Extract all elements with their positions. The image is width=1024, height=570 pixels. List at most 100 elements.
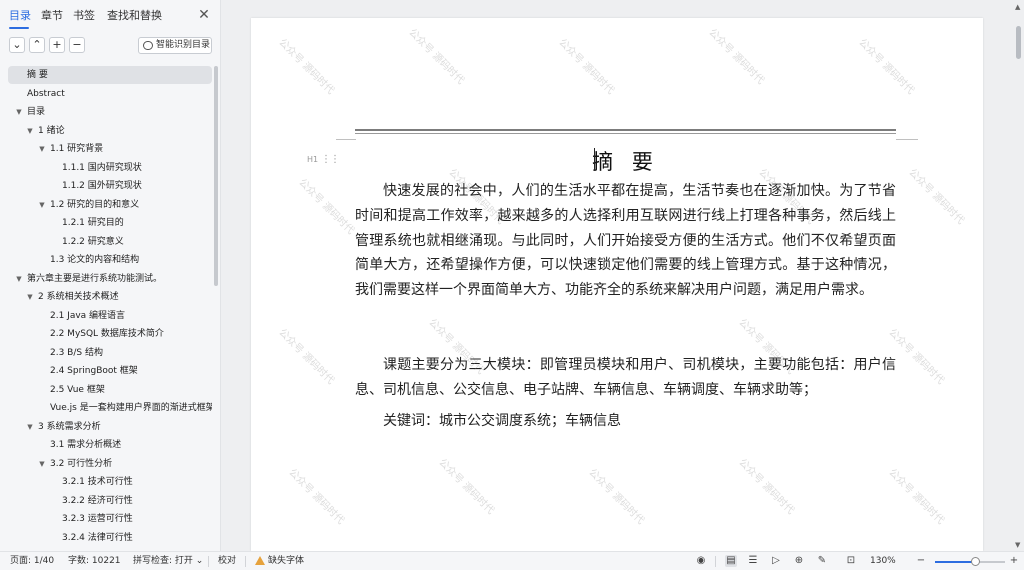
toc-item-label: 1.2.2 研究意义: [62, 236, 124, 247]
header-rule: [355, 129, 896, 131]
missing-font-button[interactable]: 缺失字体: [268, 552, 304, 570]
toc-item-label: 2 系统相关技术概述: [38, 292, 119, 302]
toc-item-label: 1.2 研究的目的和意义: [50, 199, 140, 210]
toc-item[interactable]: 3.2.2 经济可行性: [8, 492, 212, 510]
toc-item-label: 2.5 Vue 框架: [50, 384, 105, 395]
header-rule-thin: [355, 133, 896, 134]
toc-item[interactable]: 1.1.1 国内研究现状: [8, 159, 212, 177]
toc-item[interactable]: ▼ 第六章主要是进行系统功能测试。: [8, 270, 212, 288]
toc-item[interactable]: 2.2 MySQL 数据库技术简介: [8, 325, 212, 343]
pen-icon[interactable]: ✎: [816, 555, 828, 567]
watermark: 公众号 源码时代: [886, 467, 946, 527]
toc-item-label: 3 系统需求分析: [38, 421, 101, 432]
page-count[interactable]: 页面: 1/40: [10, 552, 54, 570]
toc-toolbar: ⌄ ⌃ + − 智能识别目录: [0, 37, 220, 57]
expand-arrow-icon[interactable]: ▼: [37, 140, 47, 158]
smart-toc-button[interactable]: 智能识别目录: [138, 37, 212, 54]
status-divider: [715, 556, 716, 567]
toc-item-label: 3.2.2 经济可行性: [62, 495, 133, 506]
tab-sections[interactable]: 章节: [41, 9, 63, 23]
expand-arrow-icon[interactable]: ▼: [14, 270, 24, 288]
toc-item[interactable]: 2.5 Vue 框架: [8, 381, 212, 399]
toc-item-label: Vue.js 是一套构建用户界面的渐进式框架...: [50, 403, 212, 413]
watermark: 公众号 源码时代: [856, 37, 916, 97]
close-icon[interactable]: ✕: [196, 7, 212, 23]
word-count[interactable]: 字数: 10221: [68, 552, 121, 570]
expand-arrow-icon[interactable]: ▼: [25, 418, 35, 436]
tab-find-replace[interactable]: 查找和替换: [107, 9, 162, 23]
toc-item[interactable]: 3.2.3 运营可行性: [8, 510, 212, 528]
toc-item-label: 3.2 可行性分析: [50, 458, 113, 469]
toc-item[interactable]: 3.1 需求分析概述: [8, 436, 212, 454]
toc-item[interactable]: 3.2.1 技术可行性: [8, 473, 212, 491]
expand-arrow-icon[interactable]: ▼: [37, 455, 47, 473]
toc-item[interactable]: 1.2.1 研究目的: [8, 214, 212, 232]
scrollbar-thumb[interactable]: [1016, 26, 1021, 59]
toc-item[interactable]: Abstract: [8, 85, 212, 103]
toc-item[interactable]: 2.3 B/S 结构: [8, 344, 212, 362]
toc-item[interactable]: 3.2.4 法律可行性: [8, 529, 212, 547]
zoom-in-icon[interactable]: +: [1008, 555, 1020, 567]
spellcheck-label: 拼写检查: 打开: [133, 556, 193, 566]
toc-item[interactable]: 1.1.2 国外研究现状: [8, 177, 212, 195]
spellcheck-toggle[interactable]: 拼写检查: 打开 ⌄: [133, 552, 203, 570]
fit-icon[interactable]: ⊡: [845, 555, 857, 567]
web-icon[interactable]: ⊕: [793, 555, 805, 567]
expand-arrow-icon[interactable]: ▼: [25, 122, 35, 140]
zoom-out-icon[interactable]: −: [915, 555, 927, 567]
proofread-button[interactable]: 校对: [218, 552, 236, 570]
expand-arrow-icon[interactable]: ▼: [14, 103, 24, 121]
toc-item[interactable]: ▼ 3 系统需求分析: [8, 418, 212, 436]
outline-view-icon[interactable]: ☰: [747, 555, 759, 567]
eye-icon[interactable]: ◉: [695, 555, 707, 567]
zoom-level[interactable]: 130%: [870, 552, 896, 570]
heading-marker[interactable]: H1: [307, 155, 318, 164]
margin-mark-left: [336, 139, 356, 140]
zoom-slider-fill: [935, 561, 975, 563]
plus-icon[interactable]: +: [49, 37, 65, 53]
watermark: 公众号 源码时代: [286, 467, 346, 527]
toc-item[interactable]: 1.2.2 研究意义: [8, 233, 212, 251]
chevron-down-icon[interactable]: ⌄: [9, 37, 25, 53]
chevron-up-icon[interactable]: ⌃: [29, 37, 45, 53]
zoom-slider-knob[interactable]: [971, 557, 980, 566]
toc-item[interactable]: ▼ 目录: [8, 103, 212, 121]
play-icon[interactable]: ▷: [770, 555, 782, 567]
document-scrollbar[interactable]: [1013, 0, 1024, 551]
toc-item-label: 2.1 Java 编程语言: [50, 310, 126, 321]
drag-handle-icon[interactable]: ⋮⋮: [321, 154, 340, 165]
document-title[interactable]: 摘 要: [355, 146, 896, 176]
toc-item-label: 3.2.3 运营可行性: [62, 514, 133, 524]
abstract-paragraph-1[interactable]: 快速发展的社会中，人们的生活水平都在提高，生活节奏也在逐渐加快。为了节省时间和提…: [355, 179, 896, 303]
toc-item[interactable]: ▼ 1 绪论: [8, 122, 212, 140]
toc-item-label: 目录: [27, 107, 46, 117]
document-page[interactable]: H1 ⋮⋮ 摘 要 快速发展的社会中，人们的生活水平都在提高，生活节奏也在逐渐加…: [251, 18, 983, 551]
toc-item[interactable]: 1.3 论文的内容和结构: [8, 251, 212, 269]
page-view-icon[interactable]: ▤: [725, 555, 737, 567]
minus-icon[interactable]: −: [69, 37, 85, 53]
nav-tabs: 目录 章节 书签 查找和替换 ✕: [0, 0, 220, 32]
toc-scrollbar[interactable]: [214, 66, 218, 286]
watermark: 公众号 源码时代: [706, 27, 766, 87]
toc-item[interactable]: 2.4 SpringBoot 框架: [8, 362, 212, 380]
toc-item[interactable]: 2.1 Java 编程语言: [8, 307, 212, 325]
toc-item-label: 3.1 需求分析概述: [50, 440, 122, 450]
scroll-down-icon[interactable]: ▼: [1015, 541, 1020, 549]
toc-item-label: 2.2 MySQL 数据库技术简介: [50, 329, 164, 339]
expand-arrow-icon[interactable]: ▼: [37, 196, 47, 214]
toc-item-label: 1.3 论文的内容和结构: [50, 255, 140, 265]
toc-item[interactable]: ▼ 1.2 研究的目的和意义: [8, 196, 212, 214]
tab-bookmarks[interactable]: 书签: [73, 9, 95, 23]
abstract-paragraph-2[interactable]: 课题主要分为三大模块：即管理员模块和用户、司机模块，主要功能包括：用户信息、司机…: [355, 353, 896, 403]
tab-toc[interactable]: 目录: [9, 9, 31, 23]
watermark: 公众号 源码时代: [906, 167, 966, 227]
toc-item[interactable]: Vue.js 是一套构建用户界面的渐进式框架...: [8, 399, 212, 417]
toc-item[interactable]: 摘 要: [8, 66, 212, 84]
toc-item-label: 摘 要: [27, 70, 48, 80]
expand-arrow-icon[interactable]: ▼: [25, 288, 35, 306]
keywords-line[interactable]: 关键词：城市公交调度系统；车辆信息: [355, 409, 896, 434]
toc-item[interactable]: ▼ 3.2 可行性分析: [8, 455, 212, 473]
toc-item[interactable]: ▼ 2 系统相关技术概述: [8, 288, 212, 306]
scroll-up-icon[interactable]: ▲: [1015, 3, 1020, 11]
toc-item[interactable]: ▼ 1.1 研究背景: [8, 140, 212, 158]
